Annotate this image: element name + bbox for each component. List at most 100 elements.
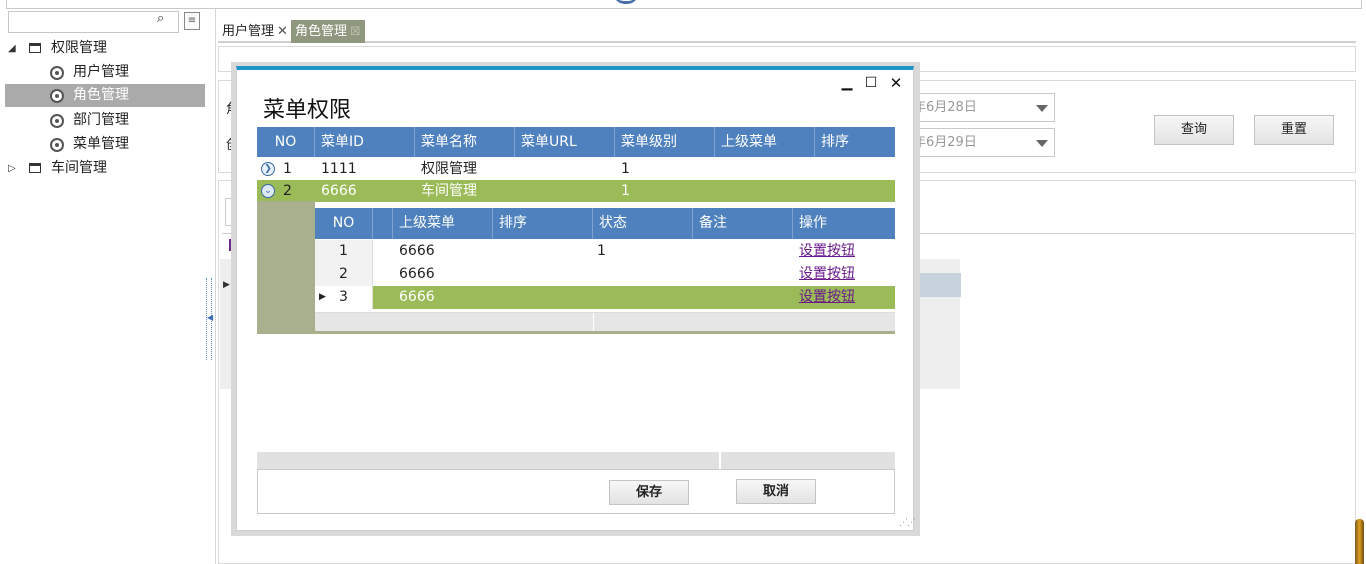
- settings-icon: [50, 66, 64, 80]
- column-header-menu-name[interactable]: 菜单名称: [415, 127, 515, 157]
- dialog-title: 菜单权限: [263, 98, 352, 123]
- column-header-parent-menu[interactable]: 上级菜单: [393, 208, 493, 239]
- column-header-status[interactable]: 状态: [593, 208, 693, 239]
- tree-node-label: 车间管理: [51, 160, 107, 176]
- end-date-value: 年6月29日: [913, 135, 977, 150]
- cell-menu-id: 1111: [321, 161, 357, 177]
- table-row[interactable]: ❯ 1 1111 权限管理 1: [257, 158, 895, 180]
- tree-node-label: 权限管理: [51, 40, 107, 56]
- column-header-menu-url[interactable]: 菜单URL: [515, 127, 615, 157]
- expand-row-icon[interactable]: ❯: [261, 162, 275, 176]
- start-date-picker[interactable]: 年6月28日: [912, 93, 1055, 122]
- tree-item-label: 角色管理: [73, 87, 129, 103]
- close-icon[interactable]: ✕: [277, 24, 288, 39]
- scroll-indicator: [1355, 519, 1364, 564]
- column-header-no[interactable]: NO: [257, 127, 315, 157]
- reset-button[interactable]: 重置: [1254, 115, 1334, 145]
- detail-indent: [257, 201, 315, 334]
- cell-no: 2: [283, 183, 292, 199]
- sidebar: ⌕ ≡ ◢ 权限管理 用户管理 角色管理 部门管理 菜单管理 ▷ 车间管理: [0, 9, 216, 564]
- search-icon[interactable]: ⌕: [157, 12, 171, 26]
- tree-item-label: 菜单管理: [73, 136, 129, 152]
- menu-permission-dialog: 菜单权限 ▁ ☐ ✕ NO 菜单ID 菜单名称 菜单URL 菜单级别 上级菜单 …: [236, 66, 916, 531]
- column-header-no[interactable]: NO: [315, 208, 373, 239]
- cell-menu-url: [515, 180, 521, 202]
- close-icon[interactable]: ⊠: [350, 24, 361, 39]
- tree-item-departments[interactable]: 部门管理: [0, 109, 205, 132]
- folder-icon: [29, 43, 41, 53]
- column-header-menu-level[interactable]: 菜单级别: [615, 127, 715, 157]
- cell-menu-url: [515, 158, 521, 180]
- tree-item-users[interactable]: 用户管理: [0, 61, 205, 84]
- detail-row[interactable]: 1 6666 1 设置按钮: [315, 240, 895, 263]
- cell-menu-name: 权限管理: [421, 161, 477, 177]
- tab-strip: 用户管理 ✕ 角色管理 ⊠: [218, 20, 1356, 43]
- column-header-indicator: [373, 208, 393, 239]
- start-date-value: 年6月28日: [913, 100, 977, 115]
- cell-menu-name: 车间管理: [421, 183, 477, 199]
- settings-icon: [50, 114, 64, 128]
- column-header-sort[interactable]: 排序: [815, 127, 895, 157]
- resize-grip-icon[interactable]: ⋰⋰: [899, 518, 916, 528]
- table-row[interactable]: ⌄ 2 6666 车间管理 1: [257, 180, 895, 202]
- tree-node-permission[interactable]: ◢ 权限管理: [0, 37, 205, 60]
- dialog-button-bar: 保存 取消: [257, 469, 895, 514]
- collapse-row-icon[interactable]: ⌄: [261, 184, 275, 198]
- column-header-sort[interactable]: 排序: [493, 208, 593, 239]
- cell-menu-level: 1: [621, 183, 630, 199]
- cell-parent-menu: 6666: [399, 243, 435, 259]
- menu-grid: NO 菜单ID 菜单名称 菜单URL 菜单级别 上级菜单 排序 ❯ 1 1111…: [257, 127, 895, 334]
- tree-node-workshop[interactable]: ▷ 车间管理: [0, 157, 205, 180]
- search-input[interactable]: [8, 11, 179, 33]
- divider: [315, 331, 895, 334]
- tree-item-label: 部门管理: [73, 112, 129, 128]
- cell-status: 1: [597, 243, 606, 259]
- tab-users[interactable]: 用户管理 ✕: [218, 20, 292, 43]
- chevron-down-icon[interactable]: [1036, 105, 1048, 112]
- cell-menu-id: 6666: [321, 183, 357, 199]
- set-buttons-link[interactable]: 设置按钮: [799, 286, 855, 309]
- grid-row-highlight: [915, 273, 961, 297]
- grid-header: NO 菜单ID 菜单名称 菜单URL 菜单级别 上级菜单 排序: [257, 127, 895, 157]
- save-button[interactable]: 保存: [609, 480, 689, 505]
- cell-parent-menu: 6666: [399, 289, 435, 305]
- set-buttons-link[interactable]: 设置按钮: [799, 240, 855, 263]
- detail-grid: NO 上级菜单 排序 状态 备注 操作 1 6666 1 设置按钮 2 6666…: [315, 208, 895, 332]
- detail-grid-header: NO 上级菜单 排序 状态 备注 操作: [315, 208, 895, 239]
- maximize-icon[interactable]: ☐: [864, 76, 878, 90]
- document-icon[interactable]: ≡: [184, 12, 200, 30]
- detail-row[interactable]: 3 ▶ 6666 设置按钮: [315, 286, 895, 309]
- tree-item-roles[interactable]: 角色管理: [5, 84, 205, 107]
- top-header-bar: [6, 0, 1362, 9]
- column-header-menu-id[interactable]: 菜单ID: [315, 127, 415, 157]
- expand-down-icon[interactable]: ◢: [8, 37, 16, 60]
- settings-icon: [50, 138, 64, 152]
- column-header-remark[interactable]: 备注: [693, 208, 793, 239]
- grid-scrollbar[interactable]: [257, 452, 895, 469]
- settings-icon: [50, 89, 64, 103]
- cell-no: 1: [315, 240, 373, 263]
- column-header-action[interactable]: 操作: [793, 208, 895, 239]
- collapse-left-icon[interactable]: ◀: [207, 313, 213, 322]
- chevron-down-icon[interactable]: [1036, 140, 1048, 147]
- detail-scrollbar[interactable]: [315, 312, 895, 332]
- cell-no: 2: [315, 263, 373, 286]
- tab-label: 角色管理: [295, 24, 348, 39]
- end-date-picker[interactable]: 年6月29日: [912, 128, 1055, 157]
- expand-right-icon[interactable]: ▷: [8, 157, 16, 180]
- set-buttons-link[interactable]: 设置按钮: [799, 263, 855, 286]
- row-pointer-icon: ▶: [319, 292, 326, 302]
- minimize-icon[interactable]: ▁: [840, 76, 854, 90]
- close-icon[interactable]: ✕: [889, 76, 903, 91]
- cell-no: 1: [283, 161, 292, 177]
- logo-icon: [613, 0, 639, 4]
- cell-menu-level: 1: [621, 161, 630, 177]
- tree-item-menus[interactable]: 菜单管理: [0, 133, 205, 156]
- cancel-button[interactable]: 取消: [736, 479, 816, 504]
- cell-parent-menu: 6666: [399, 266, 435, 282]
- query-button[interactable]: 查询: [1154, 115, 1234, 145]
- column-header-parent-menu[interactable]: 上级菜单: [715, 127, 815, 157]
- detail-row[interactable]: 2 6666 设置按钮: [315, 263, 895, 286]
- tab-roles[interactable]: 角色管理 ⊠: [291, 20, 365, 43]
- divider: [593, 313, 594, 332]
